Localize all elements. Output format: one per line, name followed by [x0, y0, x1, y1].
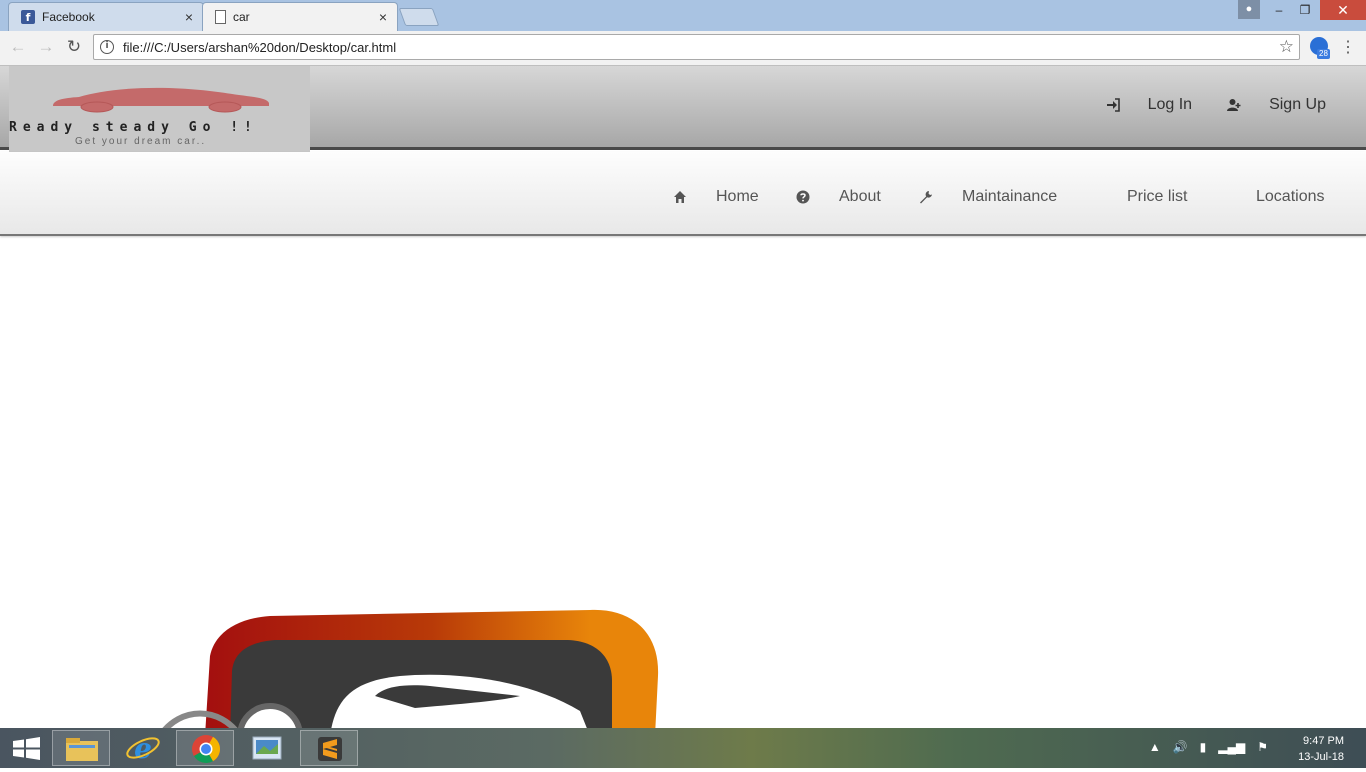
chrome-menu-icon[interactable]: ⋮ — [1340, 36, 1356, 60]
document-icon — [215, 10, 226, 24]
close-tab-icon[interactable]: × — [181, 9, 197, 25]
main-navbar: Home About Maintainance Price list Locat… — [0, 152, 1366, 236]
extension-badge: 28 — [1317, 49, 1330, 59]
nav-label[interactable]: Locations — [1256, 188, 1325, 206]
close-tab-icon[interactable]: × — [375, 9, 391, 25]
tab-facebook[interactable]: f Facebook × — [8, 2, 204, 31]
photo-viewer-icon — [252, 736, 282, 760]
new-tab-button[interactable] — [398, 8, 440, 26]
clock-date: 13-Jul-18 — [1298, 751, 1344, 763]
minimize-button[interactable]: – — [1266, 0, 1292, 20]
site-logo[interactable]: Ready steady Go !! Get your dream car.. — [9, 66, 310, 154]
battery-icon[interactable]: ▮ — [1200, 740, 1207, 754]
reload-button[interactable]: ↻ — [62, 35, 86, 59]
taskbar-sublime-text[interactable] — [300, 730, 358, 766]
site-subtagline: Get your dream car.. — [75, 136, 207, 147]
browser-toolbar: ← → ↻ i file:///C:/Users/arshan%20don/De… — [0, 31, 1366, 66]
nav-label[interactable]: About — [839, 188, 881, 206]
clock-time: 9:47 PM — [1303, 735, 1344, 747]
start-button[interactable] — [0, 730, 58, 766]
tab-title: Facebook — [42, 10, 95, 24]
address-bar[interactable]: i file:///C:/Users/arshan%20don/Desktop/… — [93, 34, 1300, 60]
nav-label[interactable]: Maintainance — [962, 188, 1057, 206]
nav-about[interactable]: About — [796, 188, 881, 206]
login-link[interactable]: Log In — [1106, 96, 1192, 114]
tab-title: car — [233, 10, 250, 24]
signup-link[interactable]: Sign Up — [1227, 96, 1326, 114]
site-tagline: Ready steady Go !! — [9, 120, 258, 135]
taskbar-photo-viewer[interactable] — [238, 730, 296, 766]
system-tray: ▲ 🔊 ▮ ▂▄▆ ⚑ — [1149, 740, 1268, 754]
question-circle-icon — [796, 190, 810, 204]
windows-taskbar: e ▲ 🔊 ▮ ▂▄▆ ⚑ 9:47 PM 13-Jul-18 — [0, 728, 1366, 768]
tab-car[interactable]: car × — [202, 2, 398, 31]
back-button[interactable]: ← — [6, 35, 30, 59]
folder-icon — [66, 738, 98, 761]
taskbar-internet-explorer[interactable]: e — [114, 730, 172, 766]
chrome-icon — [192, 735, 220, 763]
info-icon[interactable]: i — [100, 40, 114, 54]
nav-maintainance[interactable]: Maintainance — [919, 188, 1057, 206]
taskbar-file-explorer[interactable] — [52, 730, 110, 766]
car-logo-icon — [53, 87, 269, 113]
taskbar-chrome[interactable] — [176, 730, 234, 766]
auth-links: Log In Sign Up — [1106, 96, 1326, 114]
sublime-text-icon — [318, 737, 342, 761]
svg-text:e: e — [134, 732, 152, 765]
volume-icon[interactable]: 🔊 — [1173, 740, 1188, 754]
nav-label[interactable]: Home — [716, 188, 759, 206]
internet-explorer-icon: e — [126, 732, 160, 765]
sign-in-icon — [1106, 98, 1120, 112]
wrench-icon — [920, 191, 932, 204]
taskbar-clock[interactable]: 9:47 PM 13-Jul-18 — [1298, 733, 1344, 765]
nav-label[interactable]: Price list — [1127, 188, 1187, 206]
nav-home[interactable]: Home — [673, 188, 759, 206]
nav-price-list[interactable]: Price list — [1127, 188, 1187, 206]
forward-button[interactable]: → — [34, 35, 58, 59]
nav-locations[interactable]: Locations — [1256, 188, 1325, 206]
facebook-icon: f — [21, 10, 35, 24]
restore-button[interactable]: ❐ — [1292, 0, 1318, 20]
show-hidden-icons-icon[interactable]: ▲ — [1149, 740, 1161, 754]
login-label[interactable]: Log In — [1148, 96, 1192, 114]
action-center-flag-icon[interactable]: ⚑ — [1257, 740, 1268, 754]
hero-car-logo-image — [162, 609, 659, 728]
home-icon — [674, 191, 686, 203]
url-text[interactable]: file:///C:/Users/arshan%20don/Desktop/ca… — [123, 40, 1279, 55]
user-profile-icon[interactable]: ● — [1238, 0, 1260, 19]
site-header: Ready steady Go !! Get your dream car.. … — [0, 66, 1366, 154]
window-controls: ● – ❐ ✕ — [1238, 0, 1366, 20]
browser-titlebar: f Facebook × car × ● – ❐ ✕ — [0, 0, 1366, 31]
bookmark-star-icon[interactable]: ☆ — [1279, 37, 1294, 57]
user-plus-icon — [1227, 99, 1241, 111]
page-content: Ready steady Go !! Get your dream car.. … — [0, 66, 1366, 728]
signup-label[interactable]: Sign Up — [1269, 96, 1326, 114]
close-window-button[interactable]: ✕ — [1320, 0, 1366, 20]
windows-logo-icon — [13, 737, 40, 760]
network-signal-icon[interactable]: ▂▄▆ — [1218, 740, 1245, 754]
